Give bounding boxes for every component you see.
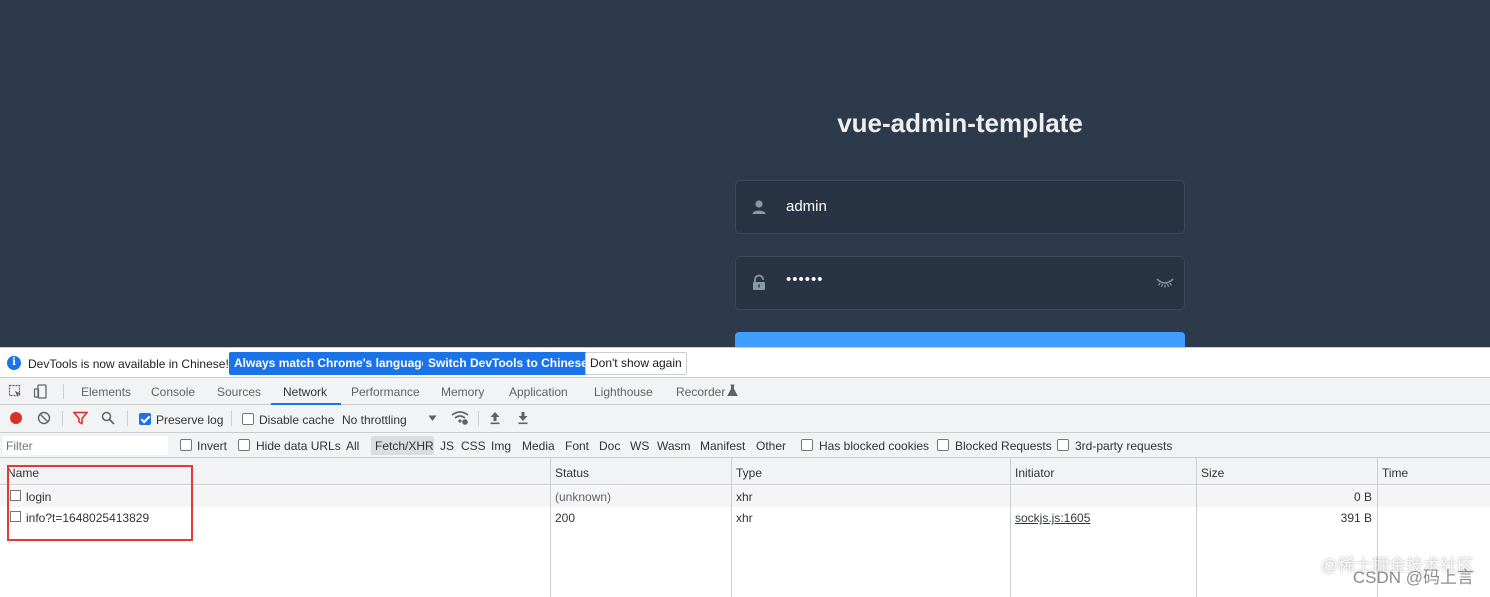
network-toolbar: Preserve log Disable cache No throttling (0, 405, 1490, 433)
column-header-time[interactable]: Time (1382, 466, 1408, 480)
login-button[interactable] (735, 332, 1185, 348)
network-conditions-icon[interactable] (451, 410, 469, 426)
toolbar-divider (62, 411, 63, 426)
infobar-message: DevTools is now available in Chinese! (28, 357, 229, 371)
column-header-size[interactable]: Size (1201, 466, 1224, 480)
device-toolbar-icon[interactable] (33, 384, 48, 399)
disable-cache-checkbox[interactable] (242, 413, 254, 425)
clear-icon[interactable] (37, 411, 51, 425)
blocked-requests-label: Blocked Requests (955, 439, 1052, 453)
filter-type-js[interactable]: JS (440, 439, 454, 453)
hide-data-urls-label: Hide data URLs (256, 439, 341, 453)
devtools-panel: i DevTools is now available in Chinese! … (0, 347, 1490, 597)
filter-type-fetch-xhr[interactable]: Fetch/XHR (375, 439, 434, 453)
watermark: @稀土掘金技术社区 CSDN @码上言 (1321, 556, 1474, 588)
toolbar-divider (63, 384, 64, 399)
username-field[interactable]: admin (735, 180, 1185, 234)
filter-type-img[interactable]: Img (491, 439, 511, 453)
filter-icon[interactable] (73, 411, 88, 425)
tab-sources[interactable]: Sources (217, 385, 261, 399)
column-header-type[interactable]: Type (736, 466, 762, 480)
tab-recorder[interactable]: Recorder (676, 385, 725, 399)
hide-data-urls-checkbox[interactable] (238, 439, 250, 451)
throttling-select[interactable]: No throttling (342, 413, 407, 427)
has-blocked-cookies-checkbox[interactable] (801, 439, 813, 451)
request-type: xhr (736, 490, 753, 504)
always-match-language-button[interactable]: Always match Chrome's language (229, 352, 434, 375)
tab-elements[interactable]: Elements (81, 385, 131, 399)
tab-performance[interactable]: Performance (351, 385, 420, 399)
invert-label: Invert (197, 439, 228, 453)
annotation-highlight-box (7, 465, 193, 541)
table-header: Name Status Type Initiator Size Time (0, 458, 1490, 485)
password-input-bg (772, 257, 1152, 309)
tab-console[interactable]: Console (151, 385, 195, 399)
search-icon[interactable] (101, 411, 115, 425)
filter-type-font[interactable]: Font (565, 439, 589, 453)
password-field[interactable]: •••••• (735, 256, 1185, 310)
column-divider[interactable] (550, 458, 551, 597)
request-size: 0 B (1353, 490, 1372, 504)
eye-closed-icon[interactable] (1156, 275, 1174, 289)
tab-lighthouse[interactable]: Lighthouse (594, 385, 653, 399)
password-value: •••••• (786, 271, 824, 288)
request-status: (unknown) (555, 490, 612, 504)
column-divider[interactable] (1010, 458, 1011, 597)
filter-type-media[interactable]: Media (522, 439, 555, 453)
has-blocked-cookies-label: Has blocked cookies (819, 439, 930, 453)
invert-checkbox[interactable] (180, 439, 192, 451)
filter-type-all[interactable]: All (346, 439, 359, 453)
preserve-log-label: Preserve log (156, 413, 224, 427)
blocked-requests-checkbox[interactable] (937, 439, 949, 451)
inspect-element-icon[interactable] (8, 384, 23, 399)
request-size: 391 B (1340, 511, 1372, 525)
column-header-initiator[interactable]: Initiator (1015, 466, 1054, 480)
dropdown-arrow-icon[interactable] (428, 415, 437, 422)
third-party-requests-label: 3rd-party requests (1075, 439, 1173, 453)
language-infobar: i DevTools is now available in Chinese! … (0, 347, 1490, 378)
filter-type-wasm[interactable]: Wasm (657, 439, 691, 453)
filter-type-manifest[interactable]: Manifest (700, 439, 745, 453)
devtools-tabbar: Elements Console Sources Network Perform… (0, 378, 1490, 405)
username-value: admin (786, 198, 827, 215)
login-page: vue-admin-template admin •••••• (0, 0, 1490, 348)
table-row[interactable]: login (unknown) xhr 0 B (0, 486, 1490, 507)
toolbar-divider (478, 411, 479, 426)
switch-to-chinese-button[interactable]: Switch DevTools to Chinese (423, 352, 593, 375)
network-filterbar: Invert Hide data URLs All Fetch/XHR JS C… (0, 433, 1490, 458)
toolbar-divider (127, 411, 128, 426)
request-status: 200 (555, 511, 576, 525)
table-row[interactable]: info?t=1648025413829 200 xhr sockjs.js:1… (0, 507, 1490, 528)
column-divider[interactable] (731, 458, 732, 597)
record-icon[interactable] (9, 411, 23, 425)
column-divider[interactable] (1196, 458, 1197, 597)
filter-type-ws[interactable]: WS (630, 439, 649, 453)
filter-input[interactable] (3, 436, 168, 455)
network-request-table: Name Status Type Initiator Size Time log… (0, 458, 1490, 597)
filter-type-other[interactable]: Other (756, 439, 786, 453)
request-type: xhr (736, 511, 753, 525)
export-har-icon[interactable] (517, 411, 529, 425)
import-har-icon[interactable] (489, 411, 501, 425)
info-icon: i (7, 356, 21, 370)
preserve-log-checkbox[interactable] (139, 413, 151, 425)
filter-type-doc[interactable]: Doc (599, 439, 620, 453)
login-title: vue-admin-template (837, 108, 1083, 138)
tab-network[interactable]: Network (283, 385, 327, 399)
dont-show-again-button[interactable]: Don't show again (585, 352, 687, 375)
request-initiator-link[interactable]: sockjs.js:1605 (1015, 511, 1090, 525)
column-header-status[interactable]: Status (555, 466, 589, 480)
user-icon (752, 200, 766, 214)
toolbar-divider (231, 411, 232, 426)
third-party-requests-checkbox[interactable] (1057, 439, 1069, 451)
tab-memory[interactable]: Memory (441, 385, 484, 399)
disable-cache-label: Disable cache (259, 413, 335, 427)
filter-type-css[interactable]: CSS (461, 439, 486, 453)
flask-icon (727, 384, 738, 396)
tab-application[interactable]: Application (509, 385, 568, 399)
lock-icon (753, 274, 765, 290)
